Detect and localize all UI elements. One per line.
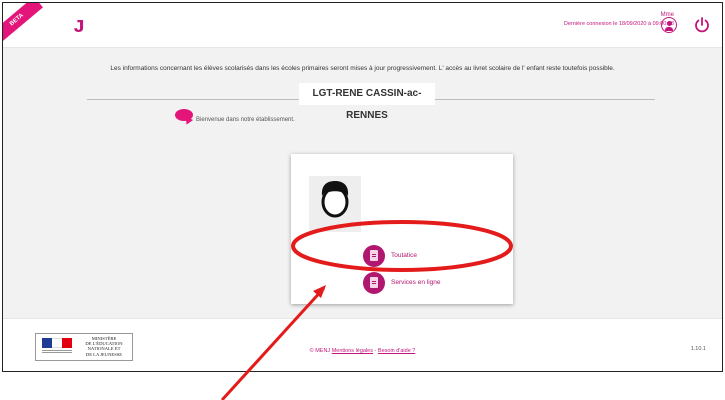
avatar-face-icon [321,181,349,218]
footer-links: © MENJ Mentions légales - Besoin d'aide … [3,348,722,354]
power-icon[interactable] [693,16,711,34]
legal-link[interactable]: Mentions légales [332,348,373,354]
divider-left [87,99,299,100]
footer-separator: - [374,348,377,354]
user-name: Mme [660,12,674,18]
user-profile-icon[interactable] [661,17,677,33]
school-name: LGT-RENE CASSIN-ac-RENNES [299,83,435,121]
ministry-logo[interactable]: MINISTÈRE DE L'ÉDUCATION NATIONALE ET DE… [35,333,133,361]
footer: MINISTÈRE DE L'ÉDUCATION NATIONALE ET DE… [3,318,722,371]
main-content: Les informations concernant les élèves s… [3,48,722,318]
ent-logo-icon[interactable]: ᴊ [65,12,93,38]
app-services-en-ligne[interactable]: Services en ligne [363,272,483,296]
divider-right [435,99,655,100]
user-info: Mme Dernière connexion le 18/09/2020 à 0… [564,12,674,27]
welcome-message: Bienvenue dans notre établissement. [196,117,295,123]
beta-ribbon: BETA [3,3,43,44]
speech-bubble-icon [175,109,193,121]
version-number: 1.10.1 [690,346,706,352]
copyright: © MENJ [309,348,331,354]
avatar [309,176,361,232]
app-label: Services en ligne [391,279,441,286]
help-link[interactable]: Besoin d'aide ? [378,348,415,354]
profile-card: Toutatice Services en ligne [291,154,513,304]
document-icon [363,272,385,294]
info-message: Les informations concernant les élèves s… [110,65,615,72]
app-toutatice[interactable]: Toutatice [363,245,483,269]
top-bar: BETA ᴊ Mme Dernière connexion le 18/09/2… [3,3,722,48]
app-label: Toutatice [391,252,418,259]
browser-frame: BETA ᴊ Mme Dernière connexion le 18/09/2… [2,2,723,372]
last-connection: Dernière connexion le 18/09/2020 à 09:00… [563,21,674,27]
document-icon [363,245,385,267]
